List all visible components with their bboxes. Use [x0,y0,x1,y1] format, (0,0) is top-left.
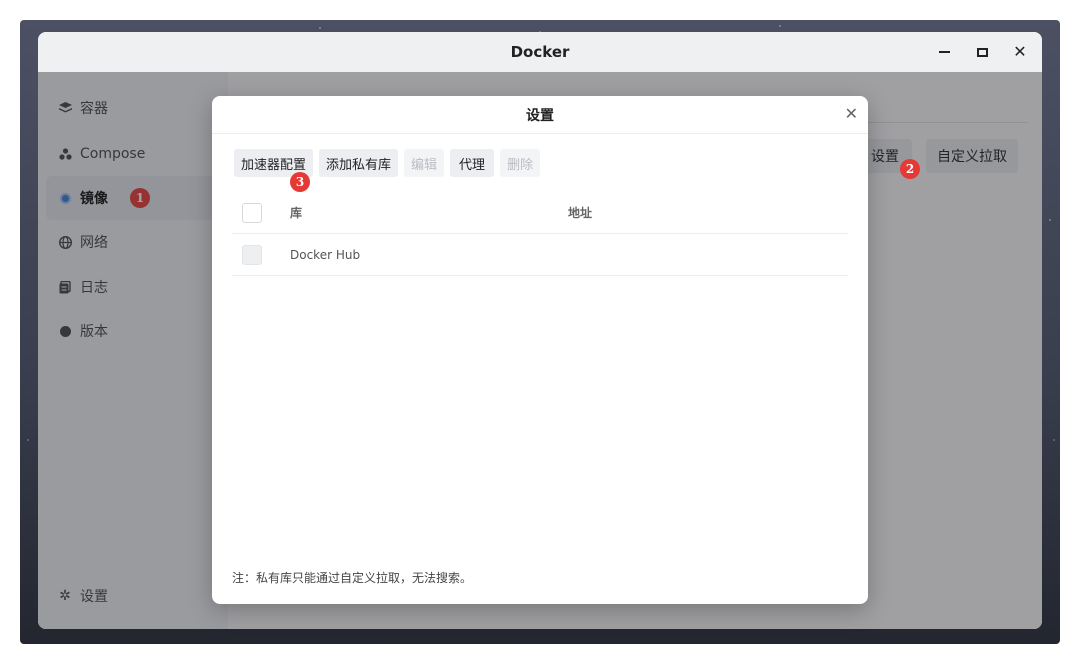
settings-dialog: 设置 ✕ 加速器配置 添加私有库 编辑 代理 删除 3 库 地址 Docker … [212,96,868,604]
dialog-title: 设置 [526,107,554,124]
dialog-header: 设置 ✕ [212,96,868,134]
delete-button[interactable]: 删除 [500,149,541,177]
registry-name: Docker Hub [290,247,361,262]
column-header-registry: 库 [290,206,303,220]
dialog-toolbar: 加速器配置 添加私有库 编辑 代理 删除 [234,149,541,177]
window-title: Docker [510,43,570,61]
proxy-button[interactable]: 代理 [450,149,495,177]
add-private-registry-button[interactable]: 添加私有库 [319,149,399,177]
step-badge: 3 [290,172,310,192]
row-checkbox[interactable] [242,244,262,265]
close-icon[interactable]: ✕ [845,105,858,123]
minimize-button[interactable] [936,44,952,60]
table-header-row: 库 地址 [232,192,848,234]
close-window-button[interactable]: ✕ [1012,44,1028,60]
step-badge: 2 [900,159,920,179]
registry-table: 库 地址 Docker Hub [232,192,848,276]
column-header-address: 地址 [568,206,593,220]
maximize-icon [976,47,988,57]
maximize-button[interactable] [974,44,990,60]
select-all-checkbox[interactable] [242,202,262,223]
minimize-icon [938,51,950,53]
close-icon: ✕ [1013,42,1027,61]
table-row[interactable]: Docker Hub [232,234,848,276]
edit-button[interactable]: 编辑 [404,149,445,177]
dialog-footnote: 注：私有库只能通过自定义拉取，无法搜索。 [232,571,473,585]
title-bar: Docker ✕ [38,32,1042,72]
